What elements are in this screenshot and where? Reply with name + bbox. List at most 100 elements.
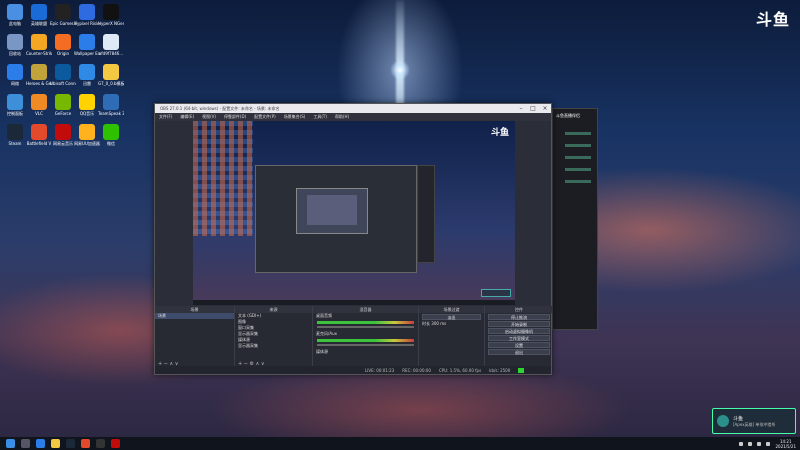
desktop-icon[interactable]: Origin: [50, 34, 76, 56]
desktop-icon[interactable]: 微信: [98, 124, 124, 146]
desktop-icon[interactable]: 网易云音乐: [50, 124, 76, 146]
desktop-app-icon: [55, 4, 71, 20]
desktop-icon[interactable]: G7_0_0.b模板: [98, 64, 124, 86]
desktop-app-icon: [7, 4, 23, 20]
menu-help[interactable]: 帮助(H): [335, 114, 349, 120]
menu-profile[interactable]: 配置文件(P): [254, 114, 276, 120]
edge-icon[interactable]: [36, 439, 45, 448]
desktop-icon[interactable]: HyperX NGenuity: [98, 4, 124, 26]
obs-icon[interactable]: [96, 439, 105, 448]
clock-date: 2021/5/21: [775, 443, 796, 449]
desktop-icon[interactable]: 此电脑: [2, 4, 28, 26]
desktop-icon[interactable]: Hypixel Rising: [74, 4, 100, 26]
desktop-icon-label: VLC: [35, 111, 43, 116]
mixer-track-label: 媒体源: [316, 349, 328, 354]
mixer-track-label: 麦克风/Aux: [316, 331, 337, 336]
desktop-app-icon: [31, 64, 47, 80]
toast-title: 斗鱼: [733, 415, 744, 422]
desktop-icon[interactable]: afd9f7846...: [98, 34, 124, 56]
game-icon[interactable]: [81, 439, 90, 448]
network-icon[interactable]: [757, 441, 762, 446]
desktop-icon-label: 网易UU加速器: [74, 141, 100, 146]
desktop-icon[interactable]: 迅雷: [74, 64, 100, 86]
audio-meter: [317, 339, 414, 342]
desktop-icon-label: Epic Games Launcher: [50, 21, 76, 26]
transition-select[interactable]: 淡出: [422, 314, 481, 320]
exit-button[interactable]: 退出: [488, 349, 550, 355]
obs-titlebar[interactable]: OBS 27.0.1 (64-bit, windows) - 配置文件: 未命名…: [155, 104, 551, 113]
side-dock-title: 斗鱼直播伴侣: [556, 113, 580, 118]
side-dock-item[interactable]: [565, 132, 591, 135]
desktop-icon-grid: 此电脑 英雄联盟Epic Games LauncherHypixel Rising…: [0, 0, 145, 250]
close-button[interactable]: ×: [539, 104, 551, 113]
scenes-header: 场景: [155, 306, 234, 313]
desktop-icon-label: Battlefield V: [26, 141, 52, 146]
duration-input[interactable]: 300 ms: [431, 321, 446, 326]
desktop-icon[interactable]: 控制面板: [2, 94, 28, 116]
preview-logo: 斗鱼: [490, 128, 509, 138]
windows-start-icon[interactable]: [6, 439, 15, 448]
desktop-icon-label: QQ音乐: [79, 111, 95, 116]
desktop-icon[interactable]: TeamSpeak 3: [98, 94, 124, 116]
scene-item[interactable]: 场景: [155, 313, 234, 319]
source-item[interactable]: 显示器采集: [235, 343, 312, 349]
side-dock-item[interactable]: [565, 168, 591, 171]
desktop-icon[interactable]: Ubisoft Connect: [50, 64, 76, 86]
stop-streaming-button[interactable]: 停止推流: [488, 314, 550, 320]
virtual-camera-button[interactable]: 启动虚拟摄像机: [488, 328, 550, 334]
preview-nested-inner: [307, 195, 357, 225]
desktop-icon[interactable]: GeForce: [50, 94, 76, 116]
desktop-icon[interactable]: 回收站: [2, 34, 28, 56]
desktop-icon[interactable]: QQ音乐: [74, 94, 100, 116]
menu-scene-collection[interactable]: 场景集合(S): [284, 114, 306, 120]
side-dock-item[interactable]: [565, 180, 591, 183]
menu-docks[interactable]: 停靠部件(D): [224, 114, 246, 120]
start-recording-button[interactable]: 开始录制: [488, 321, 550, 327]
duration-label: 时长: [422, 321, 430, 326]
studio-mode-button[interactable]: 工作室模式: [488, 335, 550, 341]
volume-icon[interactable]: [766, 441, 771, 446]
tray-icon[interactable]: [748, 441, 753, 446]
desktop-icon[interactable]: 英雄联盟: [26, 4, 52, 26]
desktop-icon-label: Origin: [56, 51, 70, 56]
menu-file[interactable]: 文件(F): [159, 114, 172, 120]
side-dock-item[interactable]: [565, 144, 591, 147]
folder-icon[interactable]: [51, 439, 60, 448]
clock[interactable]: 14:21 2021/5/21: [775, 439, 796, 449]
obs-preview[interactable]: 斗鱼: [193, 121, 515, 305]
status-live: LIVE: 00:01:23: [365, 367, 395, 373]
desktop-icon-label: Hypixel Rising: [74, 21, 100, 26]
tray-icon[interactable]: [739, 441, 744, 446]
desktop-icon[interactable]: Heroes & Generals: [26, 64, 52, 86]
desktop-icon[interactable]: 网络: [2, 64, 28, 86]
maximize-button[interactable]: □: [527, 104, 539, 113]
volume-slider[interactable]: [317, 326, 414, 328]
desktop-app-icon: [103, 4, 119, 20]
desktop-icon[interactable]: Battlefield V: [26, 124, 52, 146]
menu-view[interactable]: 视图(V): [202, 114, 216, 120]
desktop-icon-label: Steam: [8, 141, 22, 146]
menu-edit[interactable]: 编辑(E): [180, 114, 194, 120]
steam-icon[interactable]: [66, 439, 75, 448]
settings-button[interactable]: 设置: [488, 342, 550, 348]
desktop-icon[interactable]: Wallpaper Engine: [74, 34, 100, 56]
douyu-watermark: 斗鱼: [755, 10, 790, 29]
side-dock-window[interactable]: 斗鱼直播伴侣: [552, 108, 598, 330]
obs-window[interactable]: OBS 27.0.1 (64-bit, windows) - 配置文件: 未命名…: [154, 103, 553, 375]
sources-panel: 来源 文本 (GDI+) 图像 窗口采集 显示器采集 媒体源 显示器采集 + −…: [235, 306, 313, 368]
desktop-icon-label: afd9f7846...: [98, 51, 124, 56]
desktop-icon[interactable]: Counter-Strike Global Off...: [26, 34, 52, 56]
transitions-header: 场景过渡: [419, 306, 484, 313]
side-dock-item[interactable]: [565, 156, 591, 159]
minimize-button[interactable]: –: [515, 104, 527, 113]
search-icon[interactable]: [21, 439, 30, 448]
volume-slider[interactable]: [317, 344, 414, 346]
desktop-icon[interactable]: Epic Games Launcher: [50, 4, 76, 26]
desktop-icon[interactable]: 网易UU加速器: [74, 124, 100, 146]
audio-meter: [317, 321, 414, 324]
menu-tools[interactable]: 工具(T): [313, 114, 327, 120]
notification-toast[interactable]: 斗鱼 [Apex英雄] 单排冲猎杀: [712, 408, 796, 434]
music-icon[interactable]: [111, 439, 120, 448]
desktop-icon[interactable]: VLC: [26, 94, 52, 116]
desktop-icon[interactable]: Steam: [2, 124, 28, 146]
